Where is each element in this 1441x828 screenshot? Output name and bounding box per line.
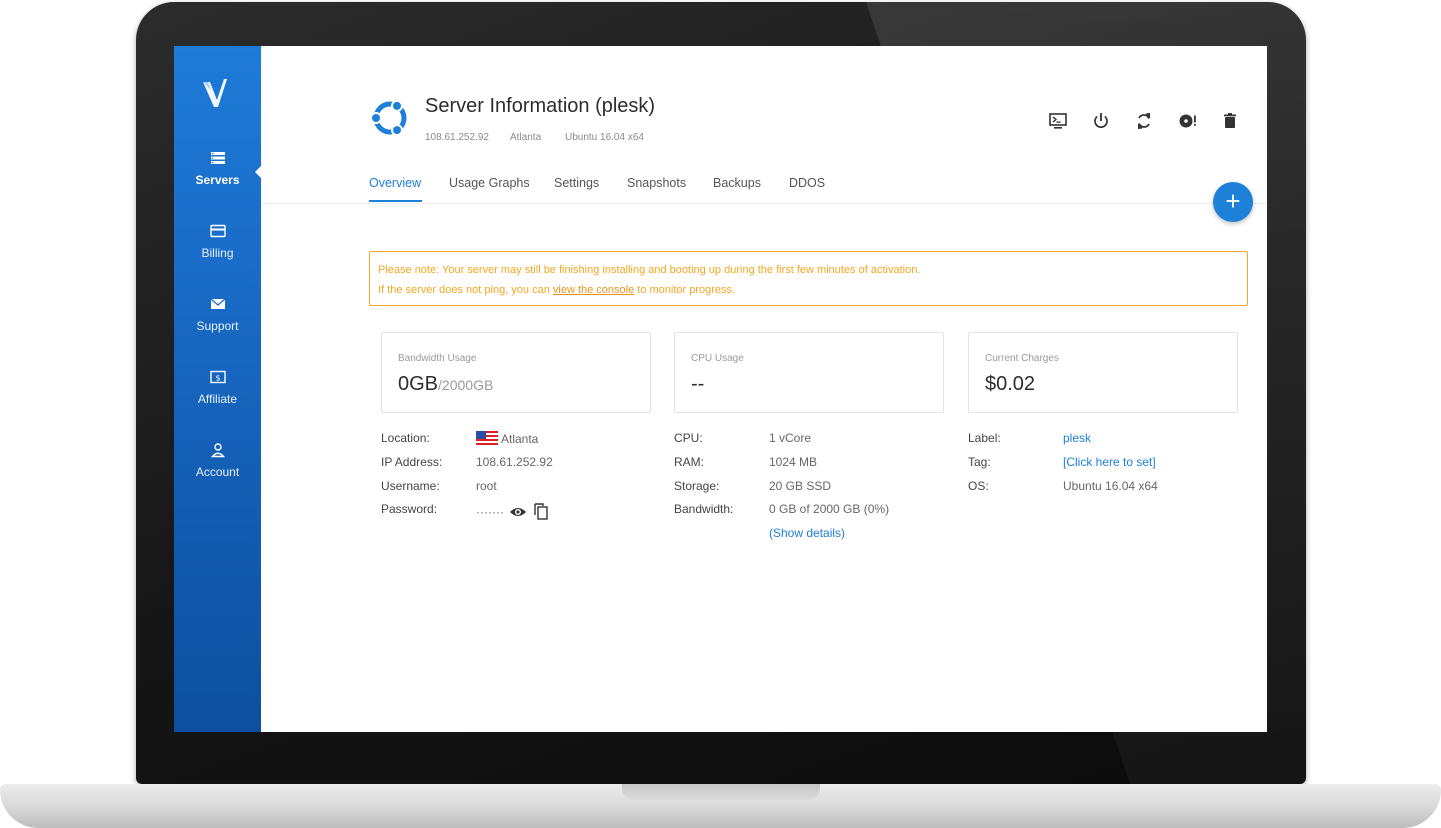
detail-key: Username: (381, 479, 440, 493)
current-charges-value: $0.02 (985, 373, 1036, 395)
tab-usage-graphs[interactable]: Usage Graphs (449, 176, 530, 190)
user-icon (210, 443, 225, 458)
server-location: Atlanta (510, 132, 542, 143)
server-ip: 108.61.252.92 (425, 132, 489, 143)
detail-key: RAM: (674, 455, 704, 469)
card-label: CPU Usage (691, 353, 744, 364)
console-button[interactable] (1046, 109, 1070, 133)
sidebar-item-billing[interactable]: Billing (174, 222, 261, 278)
tab-settings[interactable]: Settings (554, 176, 599, 190)
dollar-bill-icon: $ (209, 370, 226, 384)
detail-key: Tag: (968, 455, 991, 469)
active-tab-underline (369, 200, 422, 202)
sidebar-item-label: Servers (195, 173, 240, 187)
reinstall-icon (1179, 114, 1196, 128)
show-password-eye-icon[interactable] (509, 504, 527, 520)
sidebar-item-affiliate[interactable]: $ Affiliate (174, 368, 261, 424)
tab-ddos[interactable]: DDOS (789, 176, 825, 190)
detail-value: Ubuntu 16.04 x64 (1063, 479, 1158, 493)
bandwidth-used: 0GB (398, 373, 439, 395)
detail-value: 1 vCore (769, 431, 812, 445)
sidebar-item-servers[interactable]: Servers (174, 149, 261, 205)
notice-line-1: Please note: Your server may still be fi… (378, 264, 921, 276)
server-label-link[interactable]: plesk (1063, 431, 1091, 445)
us-flag-icon (476, 431, 498, 445)
notice-text-after: to monitor progress. (637, 284, 736, 296)
restart-button[interactable] (1132, 109, 1156, 133)
page-title: Server Information (plesk) (425, 95, 656, 117)
detail-key: CPU: (674, 431, 703, 445)
sidebar-item-support[interactable]: Support (174, 295, 261, 351)
tab-overview[interactable]: Overview (369, 176, 421, 190)
delete-button[interactable] (1218, 109, 1242, 133)
detail-value: 1024 MB (769, 455, 818, 469)
detail-key: IP Address: (381, 455, 443, 469)
tabs-divider (261, 203, 1267, 204)
detail-key: Storage: (674, 479, 720, 493)
sidebar-item-account[interactable]: Account (174, 441, 261, 497)
trash-icon (1224, 113, 1236, 128)
detail-key: Label: (968, 431, 1001, 445)
show-details-link[interactable]: (Show details) (769, 526, 845, 540)
svg-text:$: $ (215, 374, 220, 383)
bandwidth-usage-value: 0GB/2000GB (398, 373, 493, 396)
detail-key: OS: (968, 479, 989, 493)
cpu-usage-card: CPU Usage -- (674, 332, 944, 413)
cpu-usage-value: -- (691, 373, 705, 395)
active-indicator (255, 165, 262, 179)
activation-notice: Please note: Your server may still be fi… (369, 251, 1248, 306)
notice-line-2: If the server does not ping, you can vie… (378, 280, 735, 300)
add-server-button[interactable]: + (1213, 182, 1253, 222)
view-console-link[interactable]: view the console (553, 284, 634, 296)
sidebar-item-label: Account (195, 465, 240, 479)
bandwidth-total: /2000GB (438, 377, 494, 393)
detail-value: ······· (476, 502, 549, 520)
console-icon (1049, 113, 1067, 129)
detail-value: Atlanta (476, 431, 538, 446)
credit-card-icon (209, 224, 226, 238)
current-charges-card: Current Charges $0.02 (968, 332, 1238, 413)
ubuntu-logo-icon (370, 99, 407, 137)
password-mask: ······· (476, 505, 504, 519)
server-os: Ubuntu 16.04 x64 (565, 132, 644, 143)
copy-password-icon[interactable] (533, 502, 549, 520)
set-tag-link[interactable]: [Click here to set] (1063, 455, 1156, 469)
reinstall-button[interactable] (1175, 109, 1199, 133)
power-button[interactable] (1089, 109, 1113, 133)
vultr-logo-icon[interactable] (200, 76, 234, 110)
location-value: Atlanta (501, 432, 539, 446)
sidebar-item-label: Billing (201, 246, 234, 260)
detail-key: Password: (381, 502, 438, 516)
sidebar-item-label: Affiliate (197, 392, 238, 406)
restart-icon (1138, 112, 1150, 130)
card-label: Bandwidth Usage (398, 353, 477, 364)
detail-value: 0 GB of 2000 GB (0%) (769, 502, 890, 516)
card-label: Current Charges (985, 353, 1059, 364)
envelope-icon (210, 298, 225, 309)
notice-text-before: If the server does not ping, you can (378, 284, 550, 296)
laptop-notch (622, 784, 820, 800)
detail-value: 20 GB SSD (769, 479, 832, 493)
app-screen: Servers Billing Support $ Affiliate Acco… (174, 46, 1267, 732)
detail-key: Location: (381, 431, 430, 445)
sidebar-item-label: Support (196, 319, 239, 333)
detail-key: Bandwidth: (674, 502, 734, 516)
detail-value: 108.61.252.92 (476, 455, 553, 469)
server-list-icon (210, 152, 225, 164)
sidebar: Servers Billing Support $ Affiliate Acco… (174, 46, 262, 732)
detail-value: root (476, 479, 497, 493)
tab-backups[interactable]: Backups (713, 176, 761, 190)
bandwidth-usage-card: Bandwidth Usage 0GB/2000GB (381, 332, 651, 413)
tab-snapshots[interactable]: Snapshots (627, 176, 686, 190)
power-icon (1094, 113, 1108, 128)
